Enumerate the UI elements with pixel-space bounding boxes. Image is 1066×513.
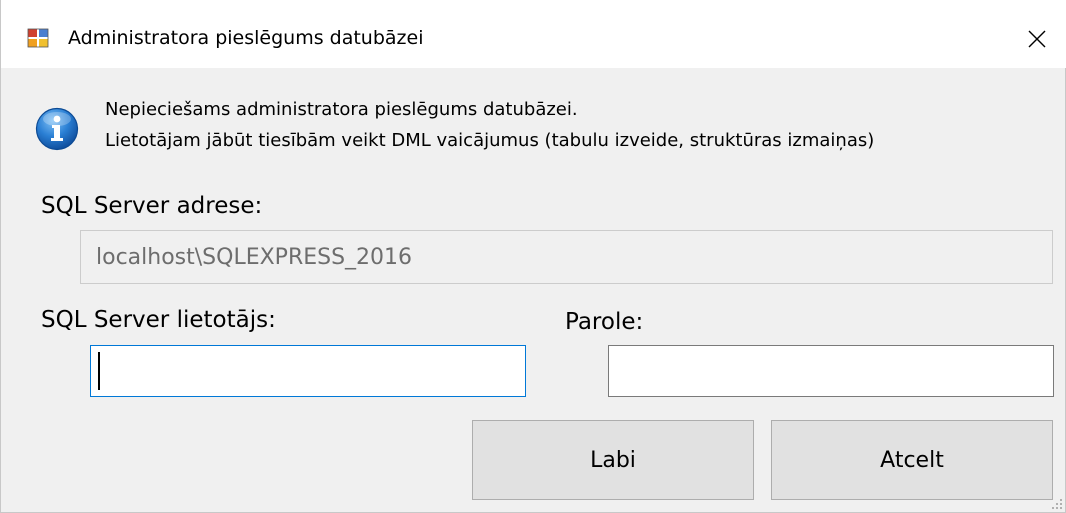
window-title: Administratora pieslēgums datubāzei <box>68 27 424 49</box>
resize-grip-icon[interactable] <box>1051 498 1063 510</box>
info-text-line2: Lietotājam jābūt tiesībām veikt DML vaic… <box>105 130 875 151</box>
close-button[interactable] <box>1007 10 1066 68</box>
text-caret <box>98 352 100 390</box>
server-address-label: SQL Server adrese: <box>41 193 263 219</box>
server-user-field[interactable] <box>90 345 526 397</box>
password-field[interactable] <box>608 345 1054 397</box>
close-icon <box>1028 30 1046 48</box>
ok-button[interactable]: Labi <box>472 420 754 500</box>
dialog-window: Administratora pieslēgums datubāzei Nepi… <box>0 0 1066 513</box>
server-user-label: SQL Server lietotājs: <box>41 307 276 333</box>
cancel-button[interactable]: Atcelt <box>771 420 1053 500</box>
title-bar[interactable]: Administratora pieslēgums datubāzei <box>1 10 1066 68</box>
top-edge-strip <box>1 0 1066 10</box>
info-icon <box>35 107 79 151</box>
password-label: Parole: <box>565 309 644 335</box>
app-window-icon <box>27 28 49 48</box>
info-text-line1: Nepieciešams administratora pieslēgums d… <box>105 99 578 120</box>
server-address-field[interactable] <box>80 230 1053 284</box>
